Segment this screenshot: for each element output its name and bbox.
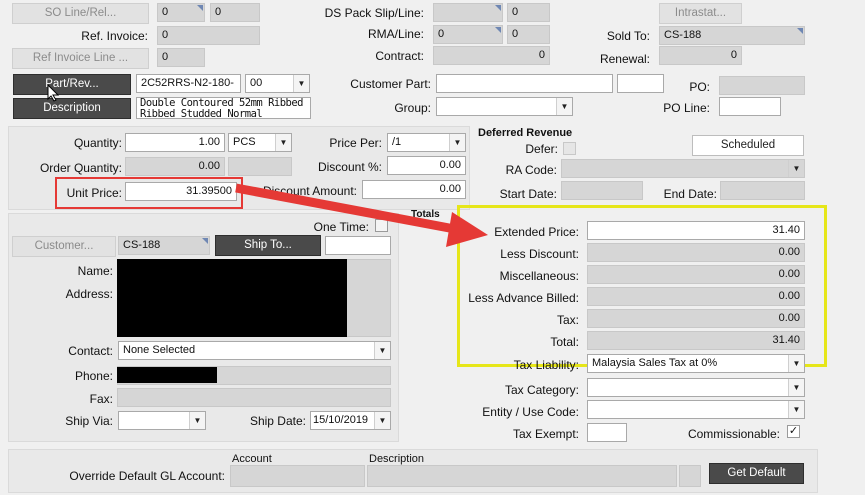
annotation-arrow	[235, 183, 488, 247]
